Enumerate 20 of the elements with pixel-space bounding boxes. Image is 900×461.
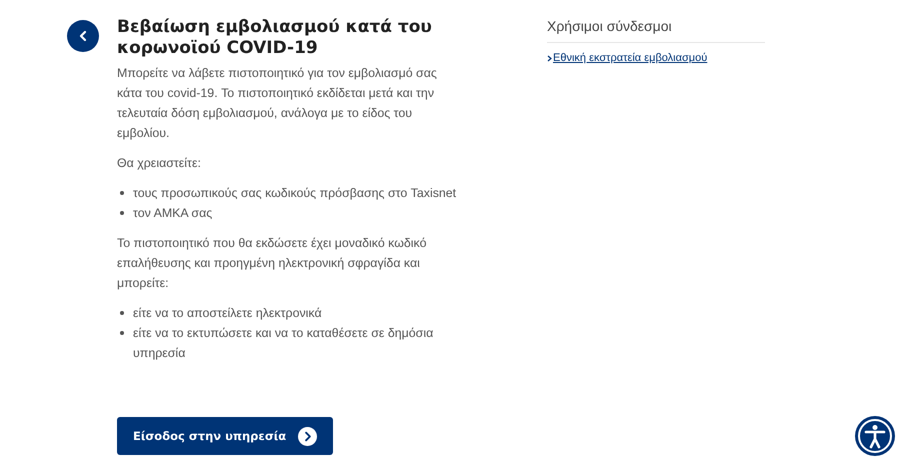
list-item: τον ΑΜΚΑ σας — [133, 205, 212, 222]
list-item: είτε να το εκτυπώσετε και να το καταθέσετε σε δημόσια υπηρεσία — [133, 325, 434, 362]
bullet-icon — [120, 311, 124, 315]
list-item: είτε να το αποστείλετε ηλεκτρονικά — [133, 305, 322, 322]
paragraph: Μπορείτε να λάβετε πιστοποιητικό για τον εμβολιασμό σας κάτα του covid-19. Το πιστοποιητικό εκδίδεται μετά και την τελευταία δόση εμβολιασμού, ανάλογα με το είδος του εμβολίου. — [117, 65, 438, 142]
list-item: τους προσωπικούς σας κωδικούς πρόσβασης στο Taxisnet — [133, 185, 456, 202]
accessibility-icon — [854, 415, 896, 457]
sidebar-link[interactable]: Εθνική εκστρατεία εμβολιασμού — [553, 52, 708, 64]
bullet-icon — [120, 211, 124, 215]
bullet-icon — [120, 191, 124, 195]
accessibility-button[interactable] — [854, 415, 896, 457]
chevron-icon — [547, 54, 552, 62]
bullet-icon — [120, 331, 124, 335]
paragraph: Θα χρειαστείτε: — [117, 155, 202, 172]
enter-service-button[interactable]: Είσοδος στην υπηρεσία — [117, 417, 334, 455]
back-button[interactable] — [67, 20, 99, 52]
paragraph: Το πιστοποιητικό που θα εκδώσετε έχει μοναδικό κωδικό επαλήθευσης και προηγμένη ηλεκτρονική σφραγίδα και μπορείτε: — [117, 235, 428, 292]
page-title: Βεβαίωση εμβολιασμού κατά του κορωνοϊού COVID-19 — [117, 17, 433, 59]
chevron-right-icon — [298, 426, 318, 446]
sidebar-title: Χρήσιμοι σύνδεσμοι — [547, 18, 765, 43]
